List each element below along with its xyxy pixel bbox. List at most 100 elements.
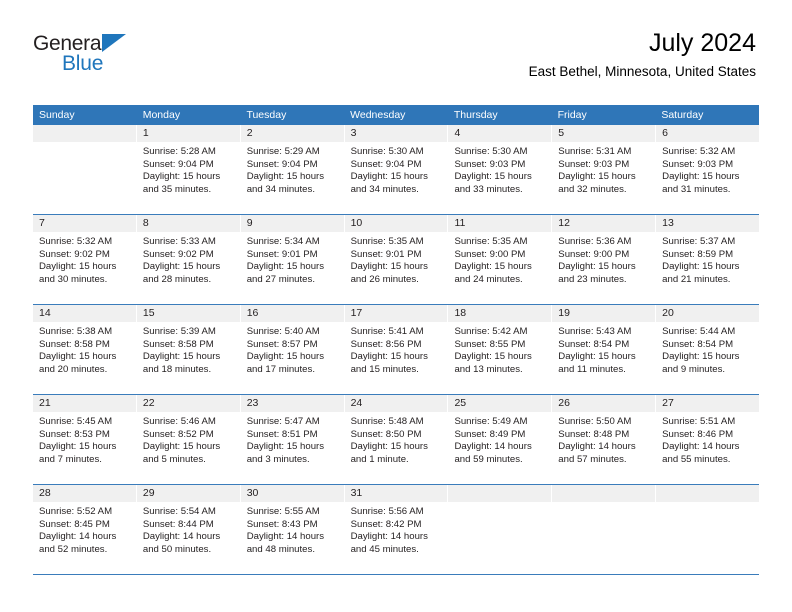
sunset-text: Sunset: 9:04 PM bbox=[350, 158, 422, 170]
sunset-text: Sunset: 8:58 PM bbox=[39, 338, 110, 350]
sunset-text: Sunset: 8:49 PM bbox=[454, 428, 526, 440]
logo-text-general: General bbox=[33, 32, 106, 55]
sunrise-text: Sunrise: 5:50 AM bbox=[558, 416, 632, 427]
calendar-day-cell[interactable]: 21 Sunrise: 5:45 AM Sunset: 8:53 PM Dayligh… bbox=[33, 395, 137, 484]
sunrise-text: Sunrise: 5:51 AM bbox=[662, 416, 736, 427]
daylight-text-line1: Daylight: 15 hours bbox=[142, 351, 221, 363]
calendar-day-cell[interactable]: 11 Sunrise: 5:35 AM Sunset: 9:00 PM Dayligh… bbox=[448, 215, 553, 304]
calendar-day-cell[interactable]: 30 Sunrise: 5:55 AM Sunset: 8:43 PM Dayligh… bbox=[240, 485, 345, 574]
sunrise-text: Sunrise: 5:38 AM bbox=[39, 326, 113, 337]
calendar-day-cell[interactable]: 25 Sunrise: 5:49 AM Sunset: 8:49 PM Dayligh… bbox=[448, 395, 553, 484]
calendar-day-cell[interactable]: 9 Sunrise: 5:34 AM Sunset: 9:01 PM Daylight… bbox=[240, 215, 345, 304]
calendar-day-cell[interactable]: 1 Sunrise: 5:28 AM Sunset: 9:04 PM Daylight… bbox=[136, 125, 241, 214]
daylight-text-line1: Daylight: 15 hours bbox=[558, 171, 636, 183]
day-number: 5 bbox=[552, 125, 656, 142]
sunset-text: Sunset: 9:04 PM bbox=[246, 158, 318, 170]
calendar-day-cell[interactable]: 12 Sunrise: 5:36 AM Sunset: 9:00 PM Dayligh… bbox=[552, 215, 657, 304]
day-details: Sunrise: 5:49 AM Sunset: 8:49 PM Daylight:… bbox=[448, 412, 551, 466]
sunrise-text: Sunrise: 5:29 AM bbox=[246, 146, 320, 157]
sunset-text: Sunset: 8:55 PM bbox=[454, 338, 526, 350]
day-details: Sunrise: 5:42 AM Sunset: 8:55 PM Daylight:… bbox=[448, 322, 551, 376]
daylight-text-line1: Daylight: 14 hours bbox=[558, 441, 636, 453]
calendar-day-cell[interactable]: 23 Sunrise: 5:47 AM Sunset: 8:51 PM Dayligh… bbox=[240, 395, 345, 484]
daylight-text-line2: and 48 minutes. bbox=[246, 543, 315, 555]
sunrise-text: Sunrise: 5:32 AM bbox=[662, 146, 736, 157]
sunrise-text: Sunrise: 5:56 AM bbox=[350, 506, 424, 517]
day-details: Sunrise: 5:32 AM Sunset: 9:02 PM Daylight:… bbox=[33, 232, 136, 286]
calendar-week-row: 21 Sunrise: 5:45 AM Sunset: 8:53 PM Dayligh… bbox=[33, 395, 760, 485]
calendar-grid: Sunday Monday Tuesday Wednesday Thursday Frid… bbox=[33, 105, 760, 575]
daylight-text-line1: Daylight: 15 hours bbox=[142, 261, 221, 273]
sunset-text: Sunset: 8:50 PM bbox=[350, 428, 422, 440]
calendar-day-cell[interactable]: 28 Sunrise: 5:52 AM Sunset: 8:45 PM Dayligh… bbox=[33, 485, 137, 574]
calendar-day-cell[interactable]: 4 Sunrise: 5:30 AM Sunset: 9:03 PM Daylight… bbox=[448, 125, 553, 214]
calendar-day-cell[interactable]: 24 Sunrise: 5:48 AM Sunset: 8:50 PM Dayligh… bbox=[344, 395, 449, 484]
sunrise-text: Sunrise: 5:54 AM bbox=[142, 506, 216, 517]
day-number: 2 bbox=[240, 125, 344, 142]
sunset-text: Sunset: 9:03 PM bbox=[662, 158, 734, 170]
logo-triangle-icon bbox=[102, 34, 126, 52]
calendar-cell-empty bbox=[552, 485, 657, 574]
calendar-day-cell[interactable]: 10 Sunrise: 5:35 AM Sunset: 9:01 PM Dayligh… bbox=[344, 215, 449, 304]
calendar-day-cell[interactable]: 15 Sunrise: 5:39 AM Sunset: 8:58 PM Dayligh… bbox=[136, 305, 241, 394]
day-number: 19 bbox=[552, 305, 656, 322]
sunrise-text: Sunrise: 5:43 AM bbox=[558, 326, 632, 337]
calendar-day-cell[interactable]: 18 Sunrise: 5:42 AM Sunset: 8:55 PM Dayligh… bbox=[448, 305, 553, 394]
calendar-day-cell[interactable]: 31 Sunrise: 5:56 AM Sunset: 8:42 PM Dayligh… bbox=[344, 485, 449, 574]
calendar-day-cell[interactable]: 19 Sunrise: 5:43 AM Sunset: 8:54 PM Dayligh… bbox=[552, 305, 657, 394]
sunrise-text: Sunrise: 5:32 AM bbox=[39, 236, 113, 247]
daylight-text-line2: and 20 minutes. bbox=[39, 363, 108, 375]
day-number: 27 bbox=[656, 395, 760, 412]
weekday-header-wednesday: Wednesday bbox=[350, 109, 406, 121]
calendar-day-cell[interactable]: 6 Sunrise: 5:32 AM Sunset: 9:03 PM Daylight… bbox=[656, 125, 760, 214]
calendar-weeks: 1 Sunrise: 5:28 AM Sunset: 9:04 PM Daylight… bbox=[33, 125, 760, 575]
daylight-text-line2: and 34 minutes. bbox=[350, 183, 419, 195]
day-number: 11 bbox=[448, 215, 552, 232]
day-number: 3 bbox=[344, 125, 448, 142]
sunset-text: Sunset: 8:44 PM bbox=[142, 518, 214, 530]
calendar-day-cell[interactable]: 3 Sunrise: 5:30 AM Sunset: 9:04 PM Daylight… bbox=[344, 125, 449, 214]
day-details: Sunrise: 5:29 AM Sunset: 9:04 PM Daylight:… bbox=[241, 142, 344, 196]
sunrise-text: Sunrise: 5:34 AM bbox=[246, 236, 320, 247]
logo-text-blue: Blue bbox=[62, 52, 104, 75]
weekday-header-tuesday: Tuesday bbox=[246, 109, 287, 121]
weekday-header-monday: Monday bbox=[142, 109, 181, 121]
sunset-text: Sunset: 8:59 PM bbox=[662, 248, 734, 260]
calendar-day-cell[interactable]: 8 Sunrise: 5:33 AM Sunset: 9:02 PM Daylight… bbox=[136, 215, 241, 304]
calendar-day-cell[interactable]: 27 Sunrise: 5:51 AM Sunset: 8:46 PM Dayligh… bbox=[656, 395, 760, 484]
sunrise-text: Sunrise: 5:45 AM bbox=[39, 416, 113, 427]
sunrise-text: Sunrise: 5:35 AM bbox=[454, 236, 528, 247]
daylight-text-line2: and 23 minutes. bbox=[558, 273, 627, 285]
calendar-day-cell[interactable]: 13 Sunrise: 5:37 AM Sunset: 8:59 PM Dayligh… bbox=[656, 215, 760, 304]
daylight-text-line2: and 30 minutes. bbox=[39, 273, 108, 285]
calendar-day-cell[interactable]: 26 Sunrise: 5:50 AM Sunset: 8:48 PM Dayligh… bbox=[552, 395, 657, 484]
sunrise-text: Sunrise: 5:30 AM bbox=[454, 146, 528, 157]
daylight-text-line1: Daylight: 15 hours bbox=[454, 351, 532, 363]
day-details: Sunrise: 5:30 AM Sunset: 9:03 PM Daylight:… bbox=[448, 142, 551, 196]
calendar-day-cell[interactable]: 5 Sunrise: 5:31 AM Sunset: 9:03 PM Daylight… bbox=[552, 125, 657, 214]
calendar-day-cell[interactable]: 16 Sunrise: 5:40 AM Sunset: 8:57 PM Dayligh… bbox=[240, 305, 345, 394]
day-details: Sunrise: 5:47 AM Sunset: 8:51 PM Daylight:… bbox=[241, 412, 344, 466]
day-details: Sunrise: 5:35 AM Sunset: 9:00 PM Daylight:… bbox=[448, 232, 551, 286]
daylight-text-line1: Daylight: 14 hours bbox=[39, 531, 117, 543]
sunset-text: Sunset: 8:54 PM bbox=[662, 338, 734, 350]
day-number: 4 bbox=[448, 125, 552, 142]
day-number: 17 bbox=[344, 305, 448, 322]
calendar-day-cell[interactable]: 20 Sunrise: 5:44 AM Sunset: 8:54 PM Dayligh… bbox=[656, 305, 760, 394]
calendar-day-cell[interactable]: 2 Sunrise: 5:29 AM Sunset: 9:04 PM Daylight… bbox=[240, 125, 345, 214]
calendar-day-cell[interactable]: 7 Sunrise: 5:32 AM Sunset: 9:02 PM Daylight… bbox=[33, 215, 137, 304]
weekday-header-row: Sunday Monday Tuesday Wednesday Thursday Frid… bbox=[33, 105, 759, 125]
daylight-text-line2: and 18 minutes. bbox=[142, 363, 212, 375]
sunrise-text: Sunrise: 5:33 AM bbox=[142, 236, 216, 247]
calendar-day-cell[interactable]: 17 Sunrise: 5:41 AM Sunset: 8:56 PM Dayligh… bbox=[344, 305, 449, 394]
day-number: 12 bbox=[552, 215, 656, 232]
calendar-day-cell[interactable]: 14 Sunrise: 5:38 AM Sunset: 8:58 PM Dayligh… bbox=[33, 305, 137, 394]
daylight-text-line1: Daylight: 15 hours bbox=[350, 351, 428, 363]
sunrise-text: Sunrise: 5:37 AM bbox=[662, 236, 736, 247]
day-number: 21 bbox=[33, 395, 136, 412]
calendar-day-cell[interactable]: 22 Sunrise: 5:46 AM Sunset: 8:52 PM Dayligh… bbox=[136, 395, 241, 484]
sunset-text: Sunset: 9:02 PM bbox=[39, 248, 110, 260]
calendar-day-cell[interactable]: 29 Sunrise: 5:54 AM Sunset: 8:44 PM Dayligh… bbox=[136, 485, 241, 574]
sunset-text: Sunset: 8:53 PM bbox=[39, 428, 110, 440]
day-details: Sunrise: 5:37 AM Sunset: 8:59 PM Daylight:… bbox=[656, 232, 759, 286]
